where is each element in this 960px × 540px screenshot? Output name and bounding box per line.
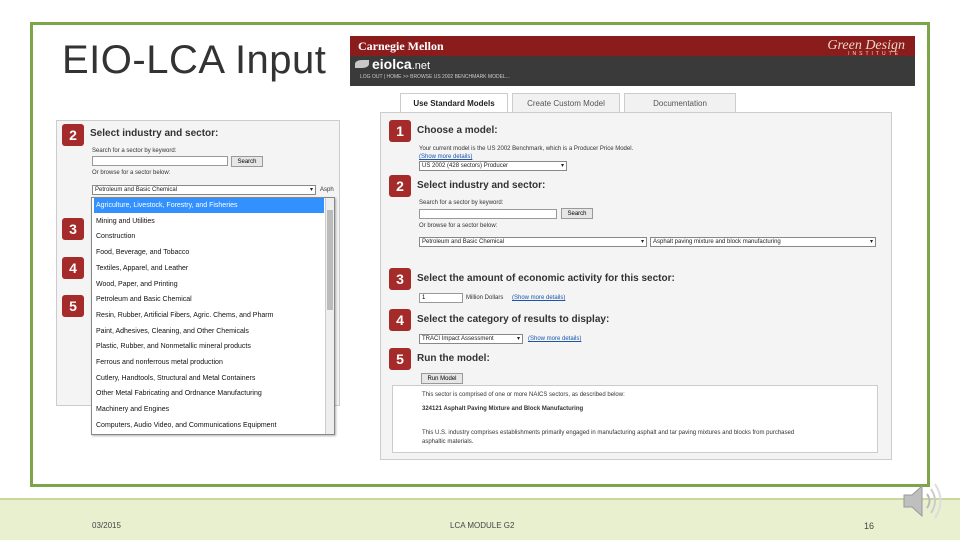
description-line-2: 324121 Asphalt Paving Mixture and Block … xyxy=(422,406,584,412)
left-sector-search-input[interactable] xyxy=(92,156,228,166)
step3-heading: Select the amount of economic activity f… xyxy=(417,273,675,284)
left-search-button[interactable]: Search xyxy=(231,156,263,167)
step1-more-details-link[interactable]: (Show more details) xyxy=(419,154,472,160)
browse-label: Or browse for a sector below: xyxy=(419,223,498,229)
dropdown-option[interactable]: Wood, Paper, and Printing xyxy=(94,277,324,292)
dropdown-scrollbar[interactable] xyxy=(325,198,334,434)
tab-standard-models[interactable]: Use Standard Models xyxy=(400,93,508,113)
left-step-badge-2: 2 xyxy=(62,124,84,146)
description-line-4: asphaltic materials. xyxy=(422,439,474,445)
left-browse-label: Or browse for a sector below: xyxy=(92,170,171,176)
dropdown-option[interactable]: Resin, Rubber, Artificial Fibers, Agric.… xyxy=(94,308,324,323)
dropdown-option[interactable]: Plastic, Rubber, and Nonmetallic mineral… xyxy=(94,339,324,354)
industry-dropdown-list[interactable]: Agriculture, Livestock, Forestry, and Fi… xyxy=(91,197,335,435)
cmu-banner: Carnegie Mellon Green Design INSTITUTE xyxy=(350,36,915,57)
dropdown-option[interactable]: Cutlery, Handtools, Structural and Metal… xyxy=(94,371,324,386)
page-number: 16 xyxy=(864,521,875,531)
dropdown-option[interactable]: Food, Beverage, and Tobacco xyxy=(94,245,324,260)
dropdown-option[interactable]: Ferrous and nonferrous metal production xyxy=(94,355,324,370)
slide-title: EIO-LCA Input xyxy=(62,38,327,82)
dropdown-option[interactable]: Machinery and Engines xyxy=(94,402,324,417)
step4-heading: Select the category of results to displa… xyxy=(417,314,610,325)
step4-more-details-link[interactable]: (Show more details) xyxy=(528,336,581,342)
category-select[interactable]: TRACI Impact Assessment xyxy=(419,334,523,344)
current-model-text: Your current model is the US 2002 Benchm… xyxy=(419,146,634,152)
step3-more-details-link[interactable]: (Show more details) xyxy=(512,295,565,301)
left-search-label: Search for a sector by keyword: xyxy=(92,148,177,154)
industry-select[interactable]: Petroleum and Basic Chemical xyxy=(419,237,647,247)
tab-custom-model[interactable]: Create Custom Model xyxy=(512,93,620,113)
step-badge-1: 1 xyxy=(389,120,411,142)
step1-heading: Choose a model: xyxy=(417,125,498,136)
left-step-badge-3: 3 xyxy=(62,218,84,240)
eiolca-name: eiolca xyxy=(372,56,412,72)
site-header: Carnegie Mellon Green Design INSTITUTE e… xyxy=(350,36,915,86)
left-industry-select[interactable]: Petroleum and Basic Chemical xyxy=(92,185,316,195)
model-select[interactable]: US 2002 (428 sectors) Producer xyxy=(419,161,567,171)
run-model-button[interactable]: Run Model xyxy=(421,373,463,384)
step5-heading: Run the model: xyxy=(417,353,490,364)
dropdown-option[interactable]: Textiles, Apparel, and Leather xyxy=(94,261,324,276)
dropdown-option[interactable]: Mining and Utilities xyxy=(94,214,324,229)
step-badge-3: 3 xyxy=(389,268,411,290)
dropdown-option[interactable]: Petroleum and Basic Chemical xyxy=(94,292,324,307)
step-badge-4: 4 xyxy=(389,309,411,331)
step2-heading: Select industry and sector: xyxy=(417,180,546,191)
audio-speaker-icon[interactable] xyxy=(900,478,946,524)
dropdown-option[interactable]: Paint, Adhesives, Cleaning, and Other Ch… xyxy=(94,324,324,339)
cmu-logo[interactable]: Carnegie Mellon xyxy=(358,39,444,54)
left-step2-heading: Select industry and sector: xyxy=(90,128,219,139)
search-button[interactable]: Search xyxy=(561,208,593,219)
eiolca-tld: .net xyxy=(411,60,431,72)
footer-module: LCA MODULE G2 xyxy=(450,521,515,530)
dropdown-option[interactable]: Other Metal Fabricating and Ordnance Man… xyxy=(94,386,324,401)
left-step-badge-4: 4 xyxy=(62,257,84,279)
amount-input[interactable]: 1 xyxy=(419,293,463,303)
left-sector-select[interactable]: Asph xyxy=(320,187,334,193)
green-design-sub: INSTITUTE xyxy=(848,51,901,57)
scrollbar-thumb[interactable] xyxy=(327,210,333,310)
step-badge-5: 5 xyxy=(389,348,411,370)
amount-unit: Million Dollars xyxy=(466,295,504,301)
dropdown-option[interactable]: Construction xyxy=(94,229,324,244)
dropdown-option[interactable]: Computers, Audio Video, and Communicatio… xyxy=(94,418,324,433)
description-line-3: This U.S. industry comprises establishme… xyxy=(422,430,795,436)
eiolca-logo[interactable]: eiolca.net xyxy=(372,56,430,72)
left-step-badge-5: 5 xyxy=(62,295,84,317)
step-badge-2: 2 xyxy=(389,175,411,197)
sector-search-input[interactable] xyxy=(419,209,557,219)
description-line-1: This sector is comprised of one or more … xyxy=(422,392,625,398)
tab-documentation[interactable]: Documentation xyxy=(624,93,736,113)
search-label: Search for a sector by keyword: xyxy=(419,200,504,206)
leaf-icon xyxy=(355,60,369,68)
sector-select[interactable]: Asphalt paving mixture and block manufac… xyxy=(650,237,876,247)
footer-date: 03/2015 xyxy=(92,521,121,530)
dropdown-option[interactable]: Agriculture, Livestock, Forestry, and Fi… xyxy=(94,198,324,213)
breadcrumb[interactable]: LOG OUT | HOME >> BROWSE US 2002 BENCHMA… xyxy=(360,74,510,80)
footer-band xyxy=(0,498,960,540)
